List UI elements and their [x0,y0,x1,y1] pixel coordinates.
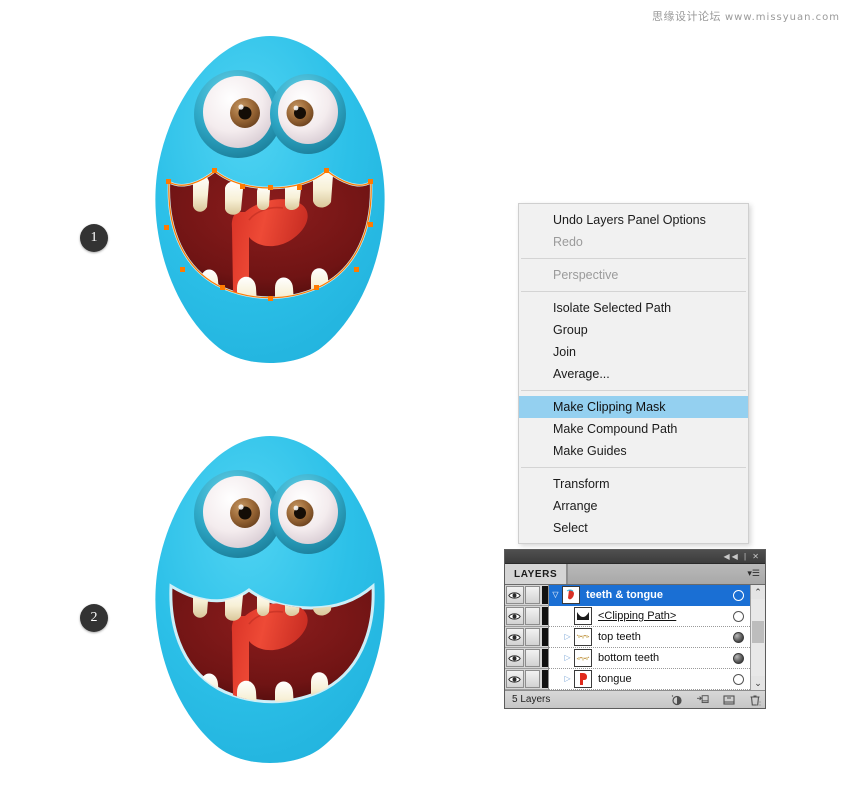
layer-name-label: teeth & tongue [586,589,663,601]
layer-target-indicator[interactable] [733,652,744,664]
layer-thumbnail-top-teeth-thumb[interactable] [574,628,592,646]
lock-toggle-cell[interactable] [524,586,541,604]
layers-panel-body: ▽ teeth & tongue <Clipping Path> ▷ top teeth… [505,584,765,690]
eye-icon[interactable] [506,607,524,625]
layer-visibility-lock-row [505,669,548,690]
menu-item-group[interactable]: Group [519,319,748,341]
disclosure-triangle-closed-icon[interactable]: ▷ [561,648,574,668]
layers-scrollbar[interactable]: ⌃ ⌄ [750,585,765,690]
menu-item-make-compound-path[interactable]: Make Compound Path [519,418,748,440]
monster-right-eye [270,74,346,154]
watermark-forum: 思缘设计论坛 [652,10,721,23]
layer-name-label: bottom teeth [598,652,660,664]
menu-separator [521,467,746,468]
lock-toggle-cell[interactable] [524,670,541,688]
layer-thumbnail-clipping-path-thumb[interactable] [574,607,592,625]
make-clipping-mask-icon[interactable] [671,694,683,706]
scroll-up-arrow[interactable]: ⌃ [754,585,762,599]
layer-color-bar [542,670,548,688]
menu-item-select[interactable]: Select [519,517,748,539]
scroll-down-arrow[interactable]: ⌄ [754,676,762,690]
layers-panel-footer: 5 Layers [505,690,765,708]
layer-color-bar [542,628,548,646]
eye-icon[interactable] [506,586,524,604]
menu-item-perspective: Perspective [553,268,619,282]
lock-toggle-cell[interactable] [524,628,541,646]
menu-item-make-clipping-mask[interactable]: Make Clipping Mask [519,396,748,418]
step-badge-2: 2 [80,604,108,632]
context-menu[interactable]: Undo Layers Panel Options Redo Perspective… [518,203,749,544]
disclosure-triangle-closed-icon[interactable]: ▷ [561,627,574,647]
scroll-track[interactable] [751,599,765,676]
create-new-sublayer-icon[interactable] [697,694,709,706]
watermark: 思缘设计论坛 www.missyuan.com [652,8,840,24]
create-new-layer-icon[interactable] [723,694,735,706]
layer-thumbnail-tongue-thumb[interactable] [574,670,592,688]
disclosure-triangle-closed-icon[interactable]: ▷ [561,669,574,689]
menu-item-make-guides[interactable]: Make Guides [519,440,748,462]
disclosure-triangle-open-icon[interactable]: ▽ [549,585,562,605]
layer-visibility-lock-row [505,606,548,627]
layers-panel[interactable]: ◀◀ | ✕ LAYERS ▾☰ ▽ teeth & tongue <Clippin… [504,549,766,709]
menu-item-average[interactable]: Average... [519,363,748,385]
layer-row-teeth-tongue[interactable]: ▽ teeth & tongue [549,585,750,606]
menu-item-undo-layers-panel-options[interactable]: Undo Layers Panel Options [519,209,748,231]
layer-row-bottom-teeth[interactable]: ▷ bottom teeth [549,648,750,669]
layer-target-indicator[interactable] [733,631,744,643]
menu-item-transform[interactable]: Transform [519,473,748,495]
footer-icon-group[interactable] [671,691,761,708]
layer-color-bar [542,649,548,667]
visibility-lock-column [505,585,549,690]
step-badge-1: 1 [80,224,108,252]
menu-item-redo: Redo [553,235,583,249]
menu-separator [521,390,746,391]
eye-icon[interactable] [506,649,524,667]
layer-visibility-lock-row [505,648,548,669]
layer-row-top-teeth[interactable]: ▷ top teeth [549,627,750,648]
monster-right-eye [270,474,346,554]
menu-separator [521,291,746,292]
canvas-stage: 思缘设计论坛 www.missyuan.com 1 2 Undo Layers … [0,0,850,801]
menu-item-join[interactable]: Join [519,341,748,363]
panel-menu-icon[interactable]: ▾☰ [747,569,760,578]
layer-color-bar [542,607,548,625]
layer-visibility-lock-row [505,585,548,606]
lock-toggle-cell[interactable] [524,607,541,625]
layer-count-label: 5 Layers [512,694,551,705]
layer-thumbnail-tongue-art-thumb[interactable] [562,586,580,604]
layers-panel-titlebar: ◀◀ | ✕ [505,550,765,564]
illustration-monster-step2 [145,432,395,777]
lock-toggle-cell[interactable] [524,649,541,667]
layer-rows-list[interactable]: ▽ teeth & tongue <Clipping Path> ▷ top teeth… [549,585,750,690]
monster-left-eye [194,470,282,558]
layers-panel-tabrow: LAYERS ▾☰ [505,564,765,584]
menu-separator [521,258,746,259]
panel-collapse-close-buttons[interactable]: ◀◀ | ✕ [723,550,761,563]
layer-visibility-lock-row [505,627,548,648]
layer-row-tongue[interactable]: ▷ tongue [549,669,750,690]
tab-layers[interactable]: LAYERS [505,564,568,584]
tabrow-filler: ▾☰ [567,564,765,584]
layer-color-bar [542,586,548,604]
layer-name-label: top teeth [598,631,641,643]
scroll-thumb[interactable] [752,621,764,643]
layer-target-indicator[interactable] [733,610,744,622]
layer-target-indicator[interactable] [733,673,744,685]
resize-grip[interactable] [756,700,763,707]
menu-item-isolate-selected-path[interactable]: Isolate Selected Path [519,297,748,319]
eye-icon[interactable] [506,670,524,688]
watermark-url: www.missyuan.com [725,12,840,23]
layer-target-indicator[interactable] [733,589,744,601]
layer-row-clipping-path[interactable]: <Clipping Path> [549,606,750,627]
illustration-monster-step1 [145,32,395,377]
menu-item-arrange[interactable]: Arrange [519,495,748,517]
layer-thumbnail-bottom-teeth-thumb[interactable] [574,649,592,667]
monster-left-eye [194,70,282,158]
eye-icon[interactable] [506,628,524,646]
layer-name-label: <Clipping Path> [598,610,677,622]
layer-name-label: tongue [598,673,632,685]
